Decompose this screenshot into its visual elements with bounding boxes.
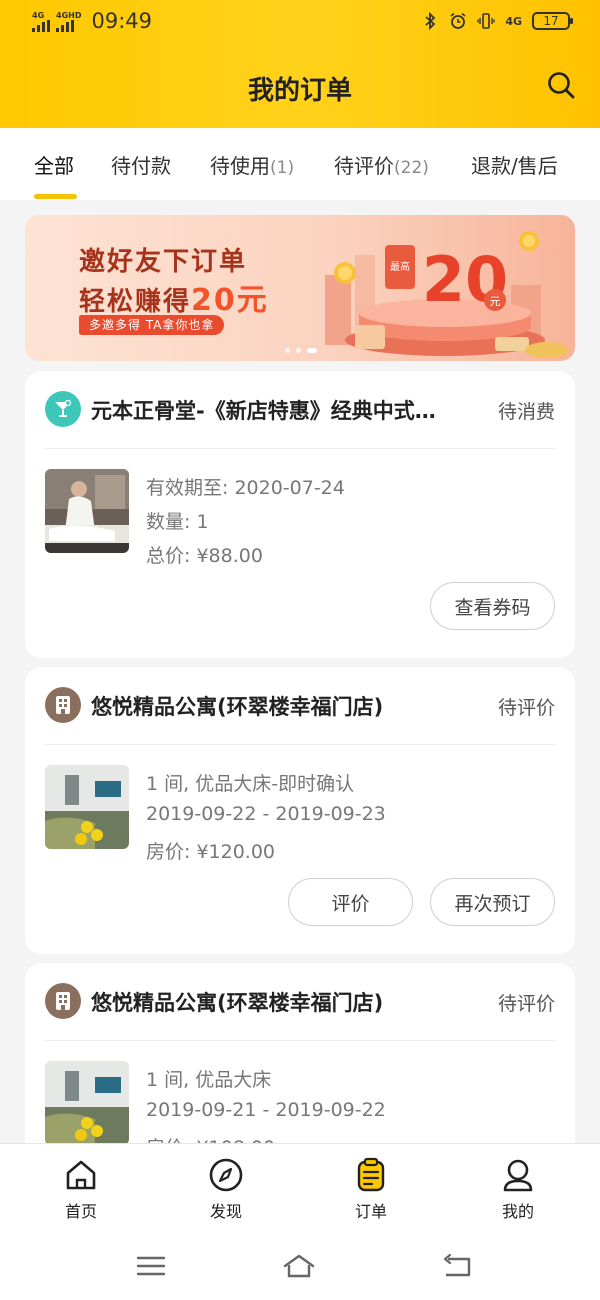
tab-count: (1) [270,158,295,178]
home-key-icon[interactable] [282,1251,316,1281]
order-status: 待消费 [497,401,555,423]
stay-dates: 2019-09-21 - 2019-09-22 [146,1099,386,1121]
sim1-label: 4G [32,11,45,20]
view-code-button[interactable]: 查看券码 [430,582,555,630]
home-icon [66,1160,96,1190]
order-valid-until: 有效期至: 2020-07-24 [146,477,345,499]
system-nav-bar [0,1233,600,1300]
art-tag: 最高 [390,260,410,273]
status-bar: 4G 4GHD 09:49 4G 17 [0,0,600,46]
network-type: 4G [505,14,522,28]
page-title: 我的订单 [247,76,352,106]
bottom-nav: 首页 发现 订单 我的 [0,1143,600,1233]
vibrate-icon [477,13,496,29]
shop-name[interactable]: 元本正骨堂-《新店特惠》经典中式推拿 [91,395,451,425]
order-card[interactable]: 元本正骨堂-《新店特惠》经典中式推拿 待消费 有效期至: 2020-07-24 … [25,371,575,658]
tab-label: 待使用 [210,154,270,178]
tab-label: 退款/售后 [471,154,558,178]
nav-label: 我的 [501,1202,534,1221]
order-total: 总价: ¥88.00 [146,545,263,567]
active-tab-indicator [34,194,77,199]
order-icon [357,1157,385,1192]
tab-refund[interactable]: 退款/售后 [471,150,558,179]
order-tabs: 全部 待付款 待使用(1) 待评价(22) 退款/售后 [0,128,600,200]
nav-discover[interactable]: 发现 [186,1156,266,1222]
tab-pending-payment[interactable]: 待付款 [111,150,171,179]
rebook-button[interactable]: 再次预订 [430,878,555,926]
banner-tag: 多邀多得 TA拿你也拿 [79,315,225,335]
tab-label: 待评价 [334,154,394,178]
sim2-signal: 4GHD [56,12,81,32]
nav-label: 发现 [209,1202,242,1221]
banner-illustration: 最高 20 元 [325,231,569,358]
hotel-icon [45,983,81,1019]
pagination-dot [285,348,290,353]
nav-home[interactable]: 首页 [41,1156,121,1222]
order-status: 待评价 [497,697,555,719]
cocktail-icon [45,391,81,427]
battery-icon: 17 [532,12,573,30]
nav-profile[interactable]: 我的 [478,1156,558,1222]
tab-all[interactable]: 全部 [34,150,74,179]
sim1-signal: 4G [32,12,50,32]
nav-label: 首页 [64,1202,97,1221]
search-icon[interactable] [546,70,576,100]
promo-banner[interactable]: 邀好友下订单 轻松赚得20元 多邀多得 TA拿你也拿 最高 20 元 [25,215,575,361]
room-price: 房价: ¥120.00 [146,841,276,863]
header: 4G 4GHD 09:49 4G 17 我的订单 [0,0,600,128]
order-thumbnail [45,1061,129,1145]
order-thumbnail [45,765,129,849]
room-type: 1 间, 优品大床 [146,1069,272,1091]
signal-icon [56,20,74,32]
tab-pending-review[interactable]: 待评价(22) [334,150,429,179]
order-card-header: 悠悦精品公寓(环翠楼幸福门店) 待评价 [45,963,555,1041]
banner-subline-text: 轻松赚得 [79,287,192,317]
banner-subline: 轻松赚得20元 [79,275,269,319]
menu-icon[interactable] [134,1251,168,1281]
tab-count: (22) [394,158,429,178]
compass-icon [209,1158,243,1192]
tab-pending-use[interactable]: 待使用(1) [210,150,294,179]
art-unit: 元 [490,295,501,308]
profile-icon [503,1159,533,1192]
stay-dates: 2019-09-22 - 2019-09-23 [146,803,386,825]
pagination-dot-active [307,348,317,353]
hotel-icon [45,687,81,723]
order-thumbnail [45,469,129,553]
banner-headline: 邀好友下订单 [79,247,248,277]
nav-label: 订单 [354,1202,387,1221]
order-card[interactable]: 悠悦精品公寓(环翠楼幸福门店) 待评价 1 间, 优品大床 2019-09-21… [25,963,575,1163]
nav-orders[interactable]: 订单 [331,1156,411,1222]
back-icon[interactable] [440,1251,474,1281]
banner-pagination [285,348,317,353]
tab-label: 全部 [34,154,74,178]
alarm-icon [450,12,466,29]
battery-level: 17 [543,14,559,28]
order-card-header: 悠悦精品公寓(环翠楼幸福门店) 待评价 [45,667,555,745]
clock: 09:49 [91,9,152,33]
order-card-header: 元本正骨堂-《新店特惠》经典中式推拿 待消费 [45,371,555,449]
review-button[interactable]: 评价 [288,878,413,926]
shop-name[interactable]: 悠悦精品公寓(环翠楼幸福门店) [91,987,451,1017]
banner-amount: 20元 [191,283,269,318]
pagination-dot [296,348,301,353]
order-card[interactable]: 悠悦精品公寓(环翠楼幸福门店) 待评价 1 间, 优品大床-即时确认 2019-… [25,667,575,954]
tab-label: 待付款 [111,154,171,178]
order-quantity: 数量: 1 [146,511,209,533]
signal-icon [32,20,50,32]
shop-name[interactable]: 悠悦精品公寓(环翠楼幸福门店) [91,691,451,721]
sim2-label: 4GHD [56,11,82,20]
room-type: 1 间, 优品大床-即时确认 [146,773,355,795]
order-status: 待评价 [497,993,555,1015]
bluetooth-icon [425,12,436,30]
